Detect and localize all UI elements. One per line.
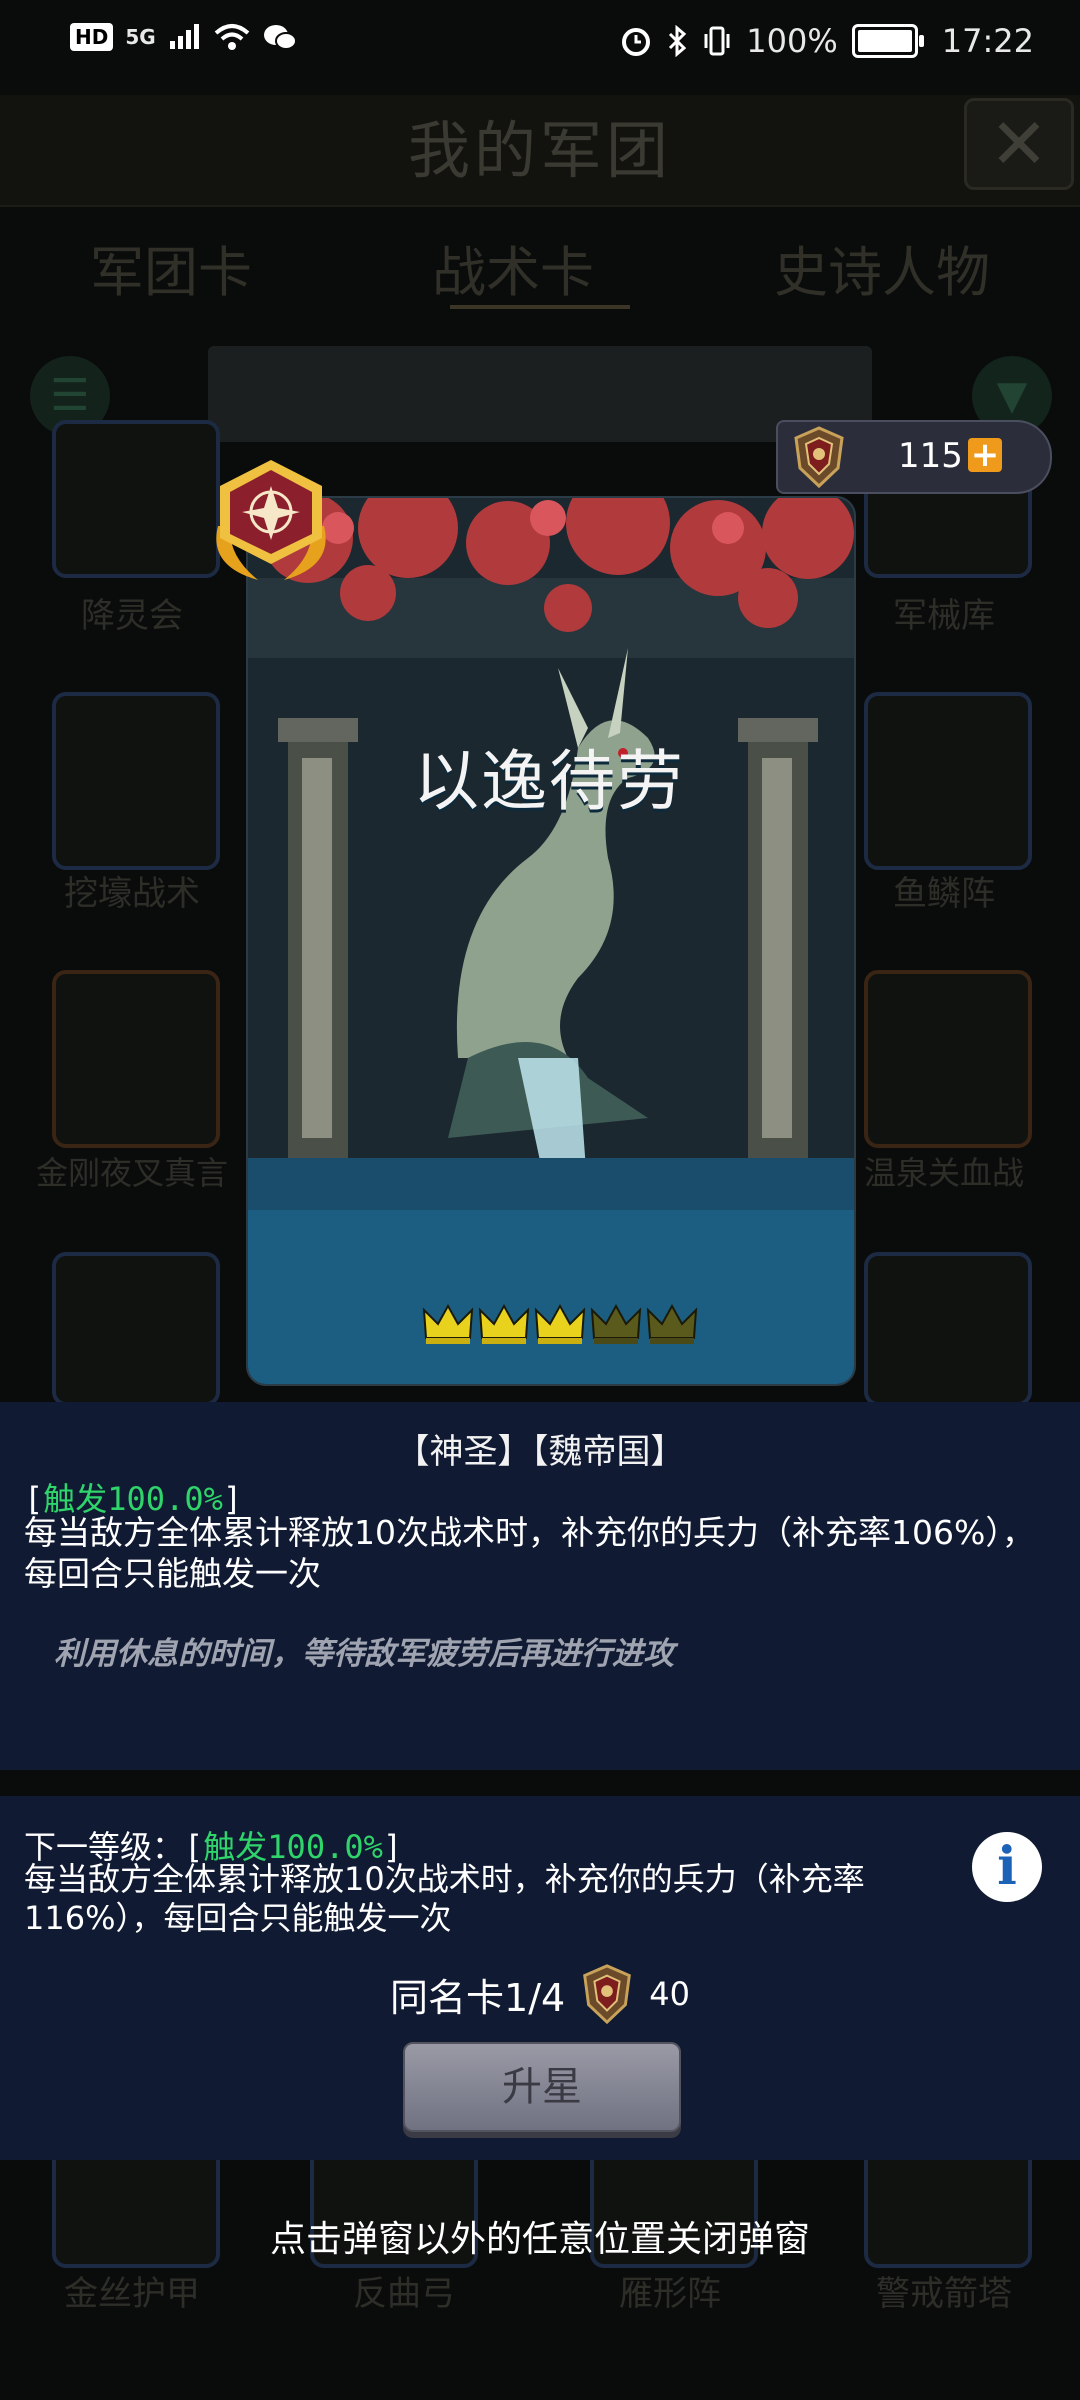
status-bar: HD 5G 100% 17:22 — [0, 0, 1080, 92]
background-card-label: 金刚夜叉真言 — [35, 1154, 228, 1192]
background-close-icon: ✕ — [964, 98, 1074, 190]
crown-empty-icon — [590, 1303, 642, 1344]
vibrate-icon — [704, 26, 730, 56]
clock: 17:22 — [941, 22, 1034, 60]
background-card-label: 反曲弓 — [353, 2274, 455, 2314]
network-label: 5G — [125, 25, 156, 49]
background-tab: 战术卡 — [432, 241, 594, 304]
close-hint[interactable]: 点击弹窗以外的任意位置关闭弹窗 — [0, 2210, 1080, 2262]
background-tab: 史诗人物 — [774, 241, 990, 304]
crown-filled-icon — [422, 1303, 474, 1344]
background-card-label: 金丝护甲 — [64, 2274, 200, 2314]
card-tags: 【神圣】【魏帝国】 — [395, 1432, 685, 1472]
background-search-bar — [208, 346, 872, 442]
background-card — [52, 1252, 220, 1406]
background-card — [864, 1252, 1032, 1406]
battery-percent: 100% — [746, 22, 838, 60]
wechat-icon — [263, 25, 297, 50]
alarm-icon — [622, 28, 651, 56]
background-tabs: 军团卡 战术卡 史诗人物 — [0, 228, 1080, 307]
crown-empty-icon — [646, 1303, 698, 1344]
currency-chip[interactable]: 115 + — [776, 420, 1052, 494]
flavor-text: 利用休息的时间，等待敌军疲劳后再进行进攻 — [54, 1636, 674, 1672]
card-name: 以逸待劳 — [413, 743, 685, 820]
upgrade-star-button[interactable]: 升星 — [403, 2042, 681, 2132]
duplicate-card-row: 同名卡1/4 40 — [0, 1962, 1080, 2026]
background-card — [52, 420, 220, 578]
wifi-icon — [214, 24, 250, 50]
background-card-label: 挖壕战术 — [64, 874, 200, 914]
upgrade-cost: 40 — [649, 1975, 690, 2013]
background-card — [52, 692, 220, 870]
bluetooth-icon — [669, 25, 687, 57]
legion-emblem-icon — [794, 426, 844, 489]
tactic-card — [246, 496, 856, 1386]
hd-badge: HD — [70, 23, 114, 51]
status-right: 100% 17:22 — [620, 22, 1034, 60]
background-tab-underline — [450, 305, 630, 309]
card-artwork-dragon — [248, 498, 854, 1214]
background-card-label: 雁形阵 — [619, 2274, 721, 2314]
legion-emblem-icon — [583, 1964, 632, 2025]
battery-icon — [851, 24, 924, 58]
card-star-rating — [422, 1302, 698, 1346]
battery-fill — [857, 30, 912, 52]
background-card-label: 警戒箭塔 — [876, 2274, 1012, 2314]
currency-amount: 115 — [898, 436, 963, 476]
background-card — [52, 970, 220, 1148]
background-card-label: 降灵会 — [81, 596, 183, 636]
crown-filled-icon — [534, 1303, 586, 1344]
background-card — [864, 692, 1032, 870]
background-tab: 军团卡 — [90, 241, 252, 304]
holy-rarity-badge-icon — [216, 460, 326, 580]
crown-filled-icon — [478, 1303, 530, 1344]
duplicate-count: 同名卡1/4 — [390, 1975, 566, 2020]
next-level-description: 每当敌方全体累计释放10次战术时，补充你的兵力（补充率116%），每回合只能触发… — [24, 1860, 865, 1937]
card-name-band — [248, 1210, 854, 1384]
background-card — [864, 970, 1032, 1148]
signal-icon — [169, 24, 199, 49]
add-currency-button[interactable]: + — [968, 438, 1002, 472]
status-left: HD 5G — [70, 22, 298, 52]
effect-description: 每当敌方全体累计释放10次战术时，补充你的兵力（补充率106%），每回合只能触发… — [24, 1513, 1035, 1593]
info-icon[interactable]: i — [972, 1832, 1042, 1902]
background-title: 我的军团 — [407, 114, 672, 187]
